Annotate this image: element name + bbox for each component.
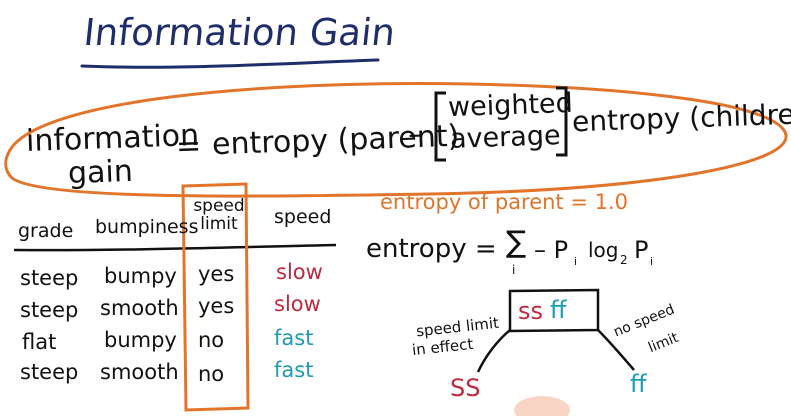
cell-grade: steep [20, 298, 79, 322]
p-term: P [634, 236, 649, 264]
presenter-hand [514, 396, 570, 416]
sigma-subscript: i [512, 263, 516, 277]
cell-speed: fast [274, 358, 314, 382]
cell-speed-limit: yes [198, 262, 235, 286]
cell-grade: steep [20, 360, 79, 384]
weighted-label: weighted [447, 87, 574, 124]
cell-bumpiness: bumpy [104, 328, 177, 352]
average-label: average [449, 120, 562, 155]
left-leaf-ss: SS [450, 374, 481, 402]
p-subscript: i [574, 255, 578, 268]
header-speed-limit: speed limit [193, 196, 245, 234]
equals-sign: = [175, 128, 202, 165]
header-speed: speed [274, 206, 332, 228]
log-term: log [588, 238, 619, 262]
root-ss: ss [518, 297, 544, 325]
header-grade: grade [18, 220, 74, 242]
cell-speed: fast [274, 326, 314, 350]
information-label: information [25, 117, 200, 160]
title-underline [80, 58, 380, 69]
cell-speed-limit: yes [198, 294, 235, 318]
left-branch [476, 329, 511, 373]
cell-bumpiness: smooth [100, 296, 179, 320]
entropy-children-term: entropy (children) [571, 96, 791, 139]
sigma-symbol: ∑ [506, 225, 527, 260]
minus-sign: – [407, 116, 424, 153]
page-title: Information Gain [81, 11, 398, 54]
gain-label: gain [67, 153, 134, 192]
log-base: 2 [620, 253, 628, 267]
cell-bumpiness: smooth [100, 360, 179, 384]
cell-speed-limit: no [198, 362, 225, 386]
cell-bumpiness: bumpy [104, 264, 177, 288]
minus-p-term: – P [534, 236, 569, 264]
p-subscript-2: i [650, 255, 654, 268]
entropy-of-parent-note: entropy of parent = 1.0 [380, 190, 629, 214]
whiteboard: Information Gain information gain = entr… [0, 0, 791, 416]
root-ff: ff [550, 296, 567, 324]
cell-speed: slow [276, 260, 323, 284]
header-bumpiness: bumpiness [95, 216, 199, 238]
entropy-formula-lhs: entropy = [366, 234, 497, 264]
right-leaf-ff: ff [630, 370, 647, 398]
table-header-underline [13, 243, 337, 252]
cell-speed-limit: no [198, 328, 225, 352]
cell-speed: slow [274, 292, 321, 316]
cell-grade: flat [22, 330, 57, 354]
cell-grade: steep [20, 266, 79, 290]
